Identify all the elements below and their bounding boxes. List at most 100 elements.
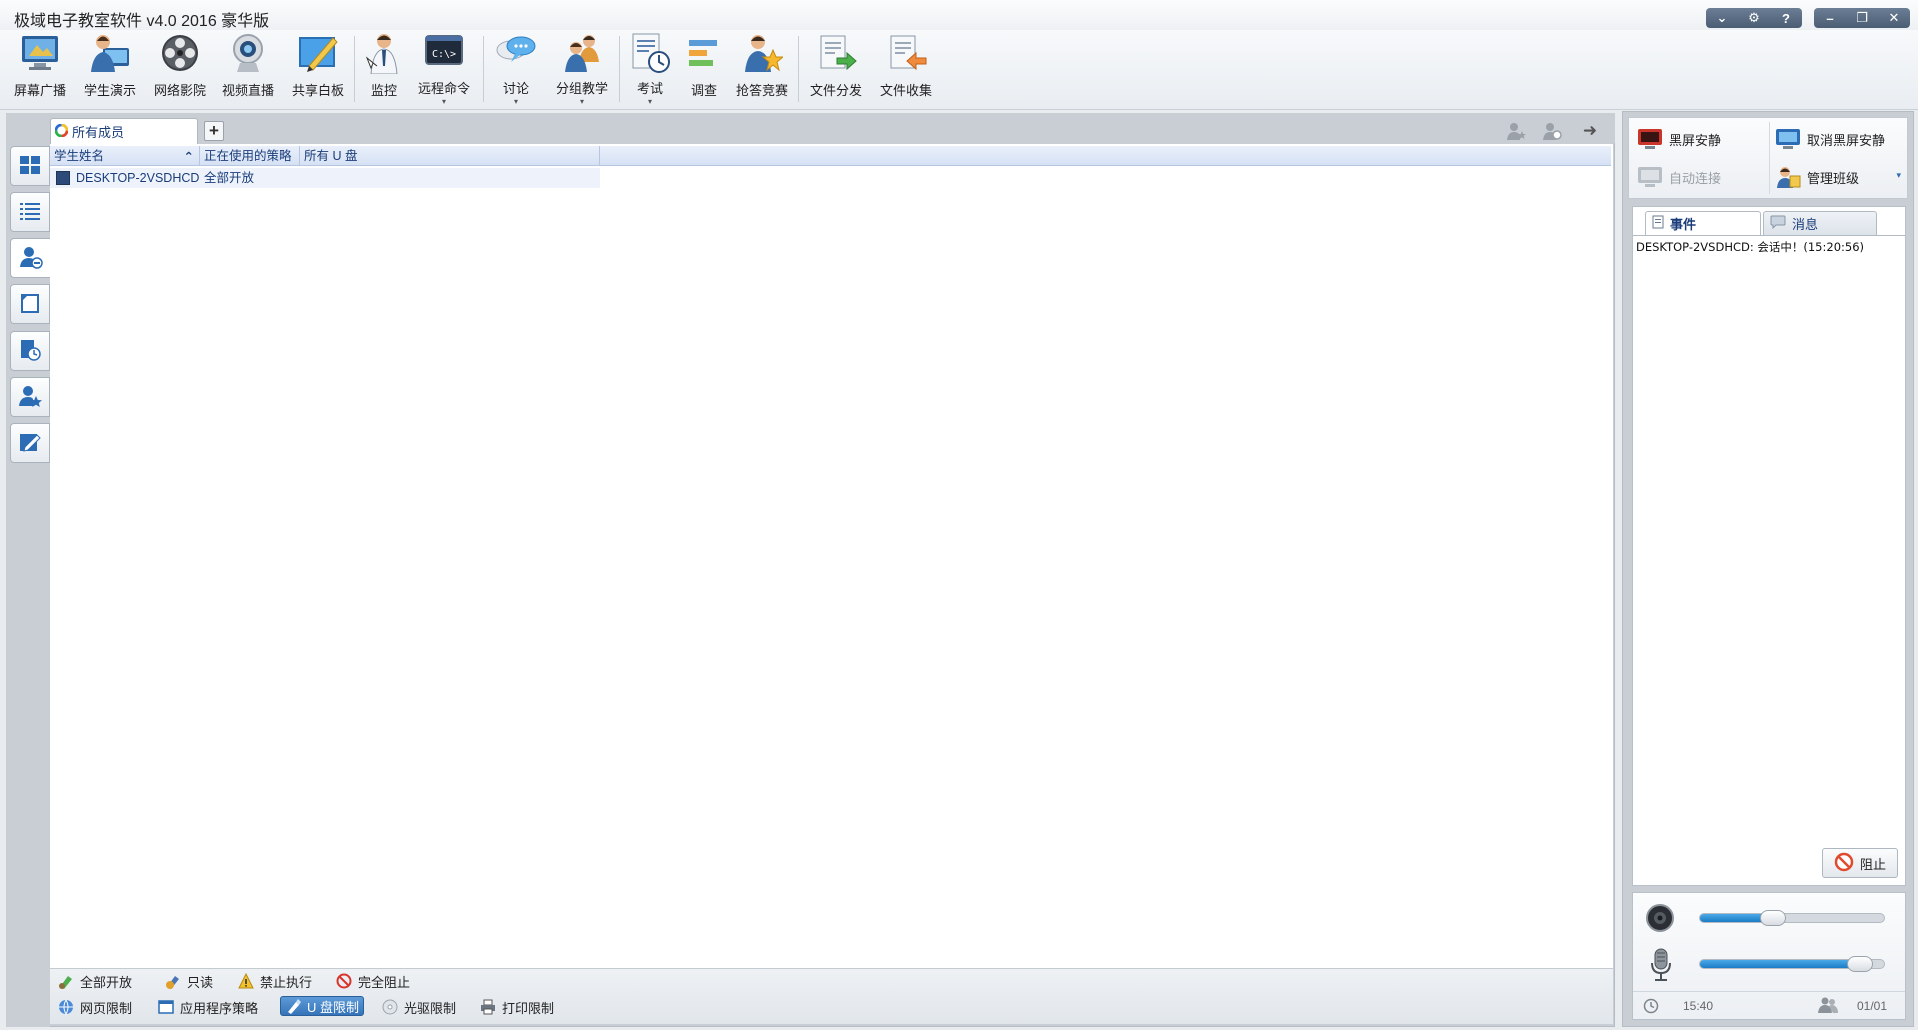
- tab-bar: [50, 113, 1615, 143]
- speaker-icon: [1645, 903, 1675, 936]
- audio-panel: 15:40 01/01: [1632, 892, 1906, 1020]
- read-only-icon: [165, 973, 181, 989]
- minimize-icon[interactable]: –: [1817, 8, 1843, 28]
- restriction-web[interactable]: 网页限制: [58, 997, 132, 1017]
- computer-icon: [56, 171, 70, 185]
- microphone-volume-slider[interactable]: [1699, 956, 1885, 972]
- collapse-icon[interactable]: ⌄: [1709, 8, 1735, 28]
- main-toolbar: 屏幕广播 学生演示 网络影院 视频直播 共享白板 监控 C:\> 远程命令 ▾ …: [0, 30, 1918, 110]
- cancel-black-screen-icon: [1775, 128, 1801, 150]
- help-icon[interactable]: ?: [1773, 8, 1799, 28]
- add-tab-button[interactable]: +: [204, 121, 224, 141]
- student-demo-icon: [89, 32, 131, 74]
- restriction-usb[interactable]: U 盘限制: [280, 996, 365, 1016]
- column-header-policy[interactable]: 正在使用的策略: [200, 146, 300, 166]
- auto-connect-button[interactable]: 自动连接: [1637, 162, 1721, 192]
- cancel-black-screen-button[interactable]: 取消黑屏安静: [1775, 124, 1885, 154]
- quick-actions: 黑屏安静 取消黑屏安静 自动连接 管理班级 ▾: [1628, 117, 1908, 199]
- sidebar-edit[interactable]: [10, 423, 50, 463]
- svg-text:C:\>: C:\>: [432, 49, 456, 60]
- file-distribute-button[interactable]: 文件分发: [802, 30, 870, 108]
- discussion-button[interactable]: 讨论 ▾: [482, 30, 550, 108]
- event-log-line: DESKTOP-2VSDHCD: 会话中！(15:20:56): [1636, 240, 1865, 254]
- survey-bars-icon: [683, 32, 725, 74]
- sidebar-list-view[interactable]: [10, 192, 50, 232]
- live-video-button[interactable]: 视频直播: [214, 30, 282, 108]
- gear-icon[interactable]: ⚙: [1741, 8, 1767, 28]
- grid-header: 学生姓名 ⌃ 正在使用的策略 所有 U 盘: [50, 146, 1611, 166]
- globe-icon: [58, 999, 74, 1016]
- screen-broadcast-button[interactable]: 屏幕广播: [6, 30, 74, 108]
- users-icon: [1817, 997, 1839, 1016]
- event-panel: 事件 消息 DESKTOP-2VSDHCD: 会话中！(15:20:56): [1632, 206, 1906, 886]
- policy-block-all[interactable]: 完全阻止: [336, 971, 410, 991]
- all-open-icon: [58, 973, 74, 989]
- clock-icon: [1643, 998, 1659, 1017]
- remote-command-button[interactable]: C:\> 远程命令 ▾: [410, 30, 478, 108]
- sidebar-history[interactable]: [10, 331, 50, 371]
- sort-ascending-icon: ⌃: [183, 150, 194, 164]
- sidebar-user-policy[interactable]: [10, 238, 50, 278]
- document-icon: [19, 292, 41, 317]
- policy-read-only[interactable]: 只读: [165, 971, 213, 991]
- tab-all-members[interactable]: 所有成员: [50, 118, 198, 144]
- doc-clock-icon: [19, 339, 41, 364]
- grid-tiles-icon: [19, 154, 41, 179]
- restriction-app-policy[interactable]: 应用程序策略: [158, 997, 258, 1017]
- sidebar-favorites[interactable]: [10, 377, 50, 417]
- user-group-icon[interactable]: [1540, 120, 1564, 142]
- manage-class-icon: [1775, 166, 1801, 188]
- chevron-down-icon: ▾: [1896, 170, 1901, 180]
- screen-broadcast-icon: [19, 32, 61, 74]
- exam-clock-icon: [629, 32, 671, 74]
- restore-icon[interactable]: ❐: [1849, 8, 1875, 28]
- arrow-right-icon[interactable]: ➜: [1578, 120, 1602, 142]
- tab-messages[interactable]: 消息: [1763, 211, 1877, 235]
- column-header-student-name[interactable]: 学生姓名 ⌃: [50, 146, 200, 166]
- file-collect-button[interactable]: 文件收集: [872, 30, 940, 108]
- black-screen-icon: [1637, 128, 1663, 150]
- user-star-icon[interactable]: [1504, 120, 1528, 142]
- message-bubble-icon: [1770, 215, 1786, 232]
- monitor-person-icon: [363, 32, 405, 75]
- column-header-usb[interactable]: 所有 U 盘: [300, 146, 600, 166]
- file-collect-icon: [885, 32, 927, 74]
- manage-class-button[interactable]: 管理班级 ▾: [1775, 162, 1905, 192]
- policy-no-execute[interactable]: 禁止执行: [238, 971, 312, 991]
- webcam-icon: [227, 32, 269, 74]
- speaker-volume-slider[interactable]: [1699, 910, 1885, 926]
- policy-cell: 全部开放: [204, 171, 255, 185]
- microphone-volume-knob[interactable]: [1847, 956, 1873, 972]
- restriction-print[interactable]: 打印限制: [480, 997, 554, 1017]
- app-window-icon: [158, 999, 174, 1015]
- network-cinema-button[interactable]: 网络影院: [146, 30, 214, 108]
- tab-divider: [1633, 235, 1905, 236]
- auto-connect-icon: [1637, 166, 1663, 188]
- student-demo-button[interactable]: 学生演示: [76, 30, 144, 108]
- black-screen-button[interactable]: 黑屏安静: [1637, 124, 1721, 154]
- quiz-race-button[interactable]: 抢答竞赛: [728, 30, 796, 108]
- policy-bar: 全部开放 只读 禁止执行 完全阻止 网页限制 应用程序策略 U 盘限制 光驱限制…: [50, 968, 1613, 1024]
- student-list-area: [50, 144, 1613, 968]
- restriction-cd-drive[interactable]: 光驱限制: [382, 997, 456, 1017]
- microphone-volume-fill: [1700, 960, 1860, 968]
- time-display: 15:40: [1683, 999, 1714, 1013]
- block-button[interactable]: 阻止: [1822, 848, 1898, 878]
- group-teaching-button[interactable]: 分组教学 ▾: [548, 30, 616, 108]
- sidebar-thumbnail-view[interactable]: [10, 146, 50, 186]
- sidebar-document[interactable]: [10, 284, 50, 324]
- window-title: 极域电子教室软件 v4.0 2016 豪华版: [14, 13, 270, 30]
- table-row[interactable]: DESKTOP-2VSDHCD 全部开放: [50, 168, 600, 188]
- chevron-down-icon: ▾: [441, 97, 446, 106]
- monitor-button[interactable]: 监控: [350, 30, 418, 108]
- whiteboard-icon: [297, 32, 339, 74]
- no-execute-icon: [238, 972, 254, 989]
- window-tools-group: ⌄ ⚙ ?: [1706, 8, 1802, 28]
- shared-whiteboard-button[interactable]: 共享白板: [284, 30, 352, 108]
- close-icon[interactable]: ✕: [1881, 8, 1907, 28]
- speaker-volume-knob[interactable]: [1760, 910, 1786, 926]
- printer-icon: [480, 999, 496, 1015]
- policy-all-open[interactable]: 全部开放: [58, 971, 132, 991]
- tab-events[interactable]: 事件: [1645, 211, 1761, 235]
- student-name-cell: DESKTOP-2VSDHCD: [76, 171, 200, 185]
